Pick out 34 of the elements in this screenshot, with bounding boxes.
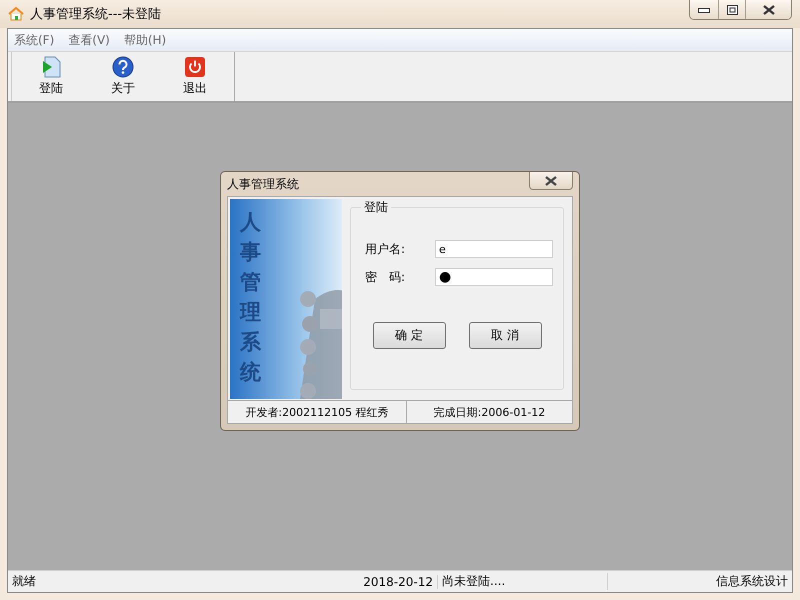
status-text: 尚未登陆.... <box>438 573 608 590</box>
password-field[interactable]: ● <box>435 268 553 286</box>
menu-item[interactable]: 系统(F) <box>14 32 54 48</box>
status-text: 就绪 <box>11 573 37 590</box>
window-title: 人事管理系统---未登陆 <box>30 6 162 23</box>
field-label: 密 码: <box>364 268 406 286</box>
footer-text: 完成日期:2006-01-12 <box>406 401 572 423</box>
status-text: 信息系统设计 <box>715 573 789 590</box>
toolbar-button[interactable]: 退出 <box>168 52 222 101</box>
dialog-title: 人事管理系统 <box>227 176 299 192</box>
toolbar-button[interactable]: 登陆 <box>24 52 78 101</box>
field-label: 用户名: <box>364 240 406 258</box>
group-title: 登陆 <box>363 199 389 216</box>
cancel-button[interactable]: 取 消 <box>468 322 542 349</box>
menu-item[interactable]: 帮助(H) <box>124 32 166 48</box>
menu-item[interactable]: 查看(V) <box>68 32 110 48</box>
status-text: 2018-20-12 <box>358 574 438 588</box>
banner-title: 人事管理系统 <box>240 208 261 386</box>
power-icon <box>184 56 206 78</box>
close-button[interactable] <box>745 0 791 19</box>
minimize-button[interactable] <box>690 0 718 19</box>
close-button[interactable] <box>529 172 573 190</box>
minimize-icon <box>698 6 710 12</box>
home-icon <box>8 7 24 21</box>
ok-button[interactable]: 确 定 <box>372 322 446 349</box>
footer-text: 开发者:2002112105 程红秀 <box>244 404 390 420</box>
play-document-icon <box>40 56 62 78</box>
help-icon <box>112 56 134 78</box>
close-icon <box>762 4 774 14</box>
toolbar-button[interactable]: 关于 <box>96 52 150 101</box>
close-icon <box>545 176 557 186</box>
maximize-icon <box>726 4 738 14</box>
username-field[interactable]: e <box>435 240 553 258</box>
maximize-button[interactable] <box>718 0 745 19</box>
